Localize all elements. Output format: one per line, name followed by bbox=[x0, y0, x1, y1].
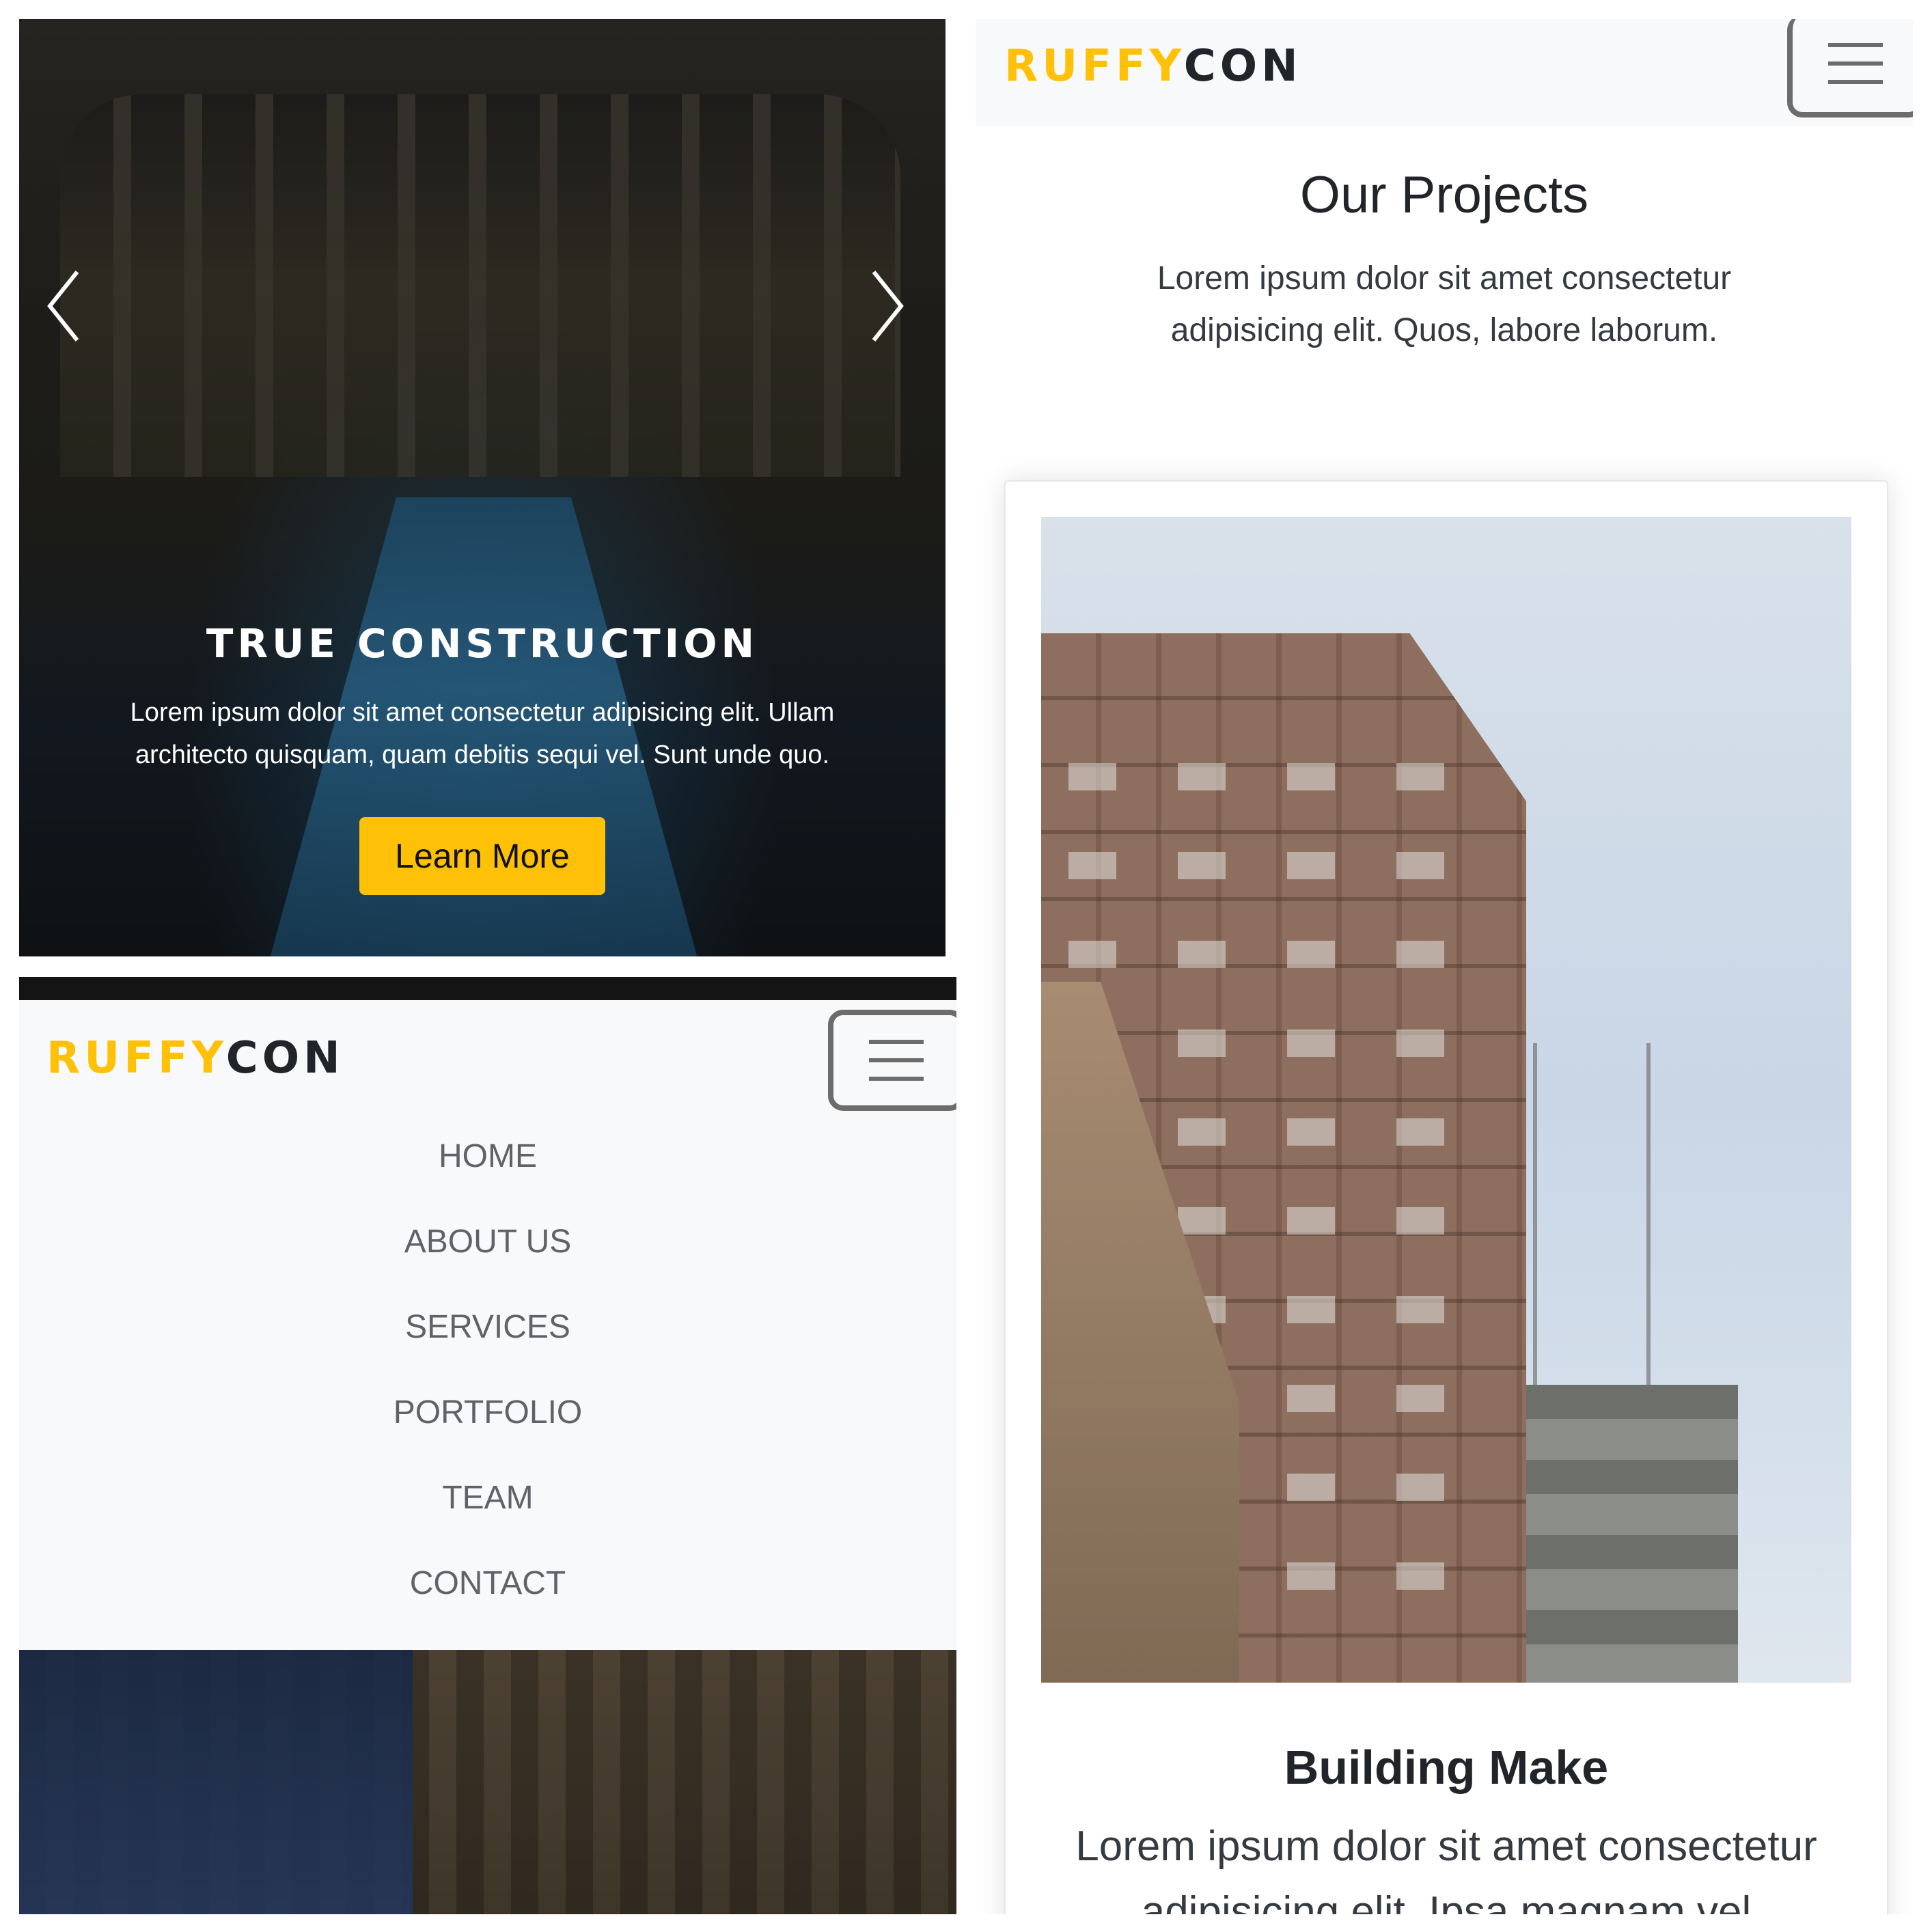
nav-item-team[interactable]: TEAM bbox=[19, 1455, 956, 1541]
nav-item-services[interactable]: SERVICES bbox=[19, 1284, 956, 1370]
hamburger-icon bbox=[869, 1040, 924, 1081]
nav-item-home[interactable]: HOME bbox=[19, 1114, 956, 1199]
hero-background-image bbox=[19, 1650, 956, 1914]
section-title: Our Projects bbox=[1299, 166, 1589, 224]
nav-item-portfolio[interactable]: PORTFOLIO bbox=[19, 1370, 956, 1455]
section-description: Lorem ipsum dolor sit amet consectetur a… bbox=[1157, 260, 1732, 348]
chevron-right-icon bbox=[872, 271, 904, 342]
navbar-toggler-button[interactable] bbox=[1787, 19, 1913, 118]
hero-caption: TRUE CONSTRUCTION Lorem ipsum dolor sit … bbox=[19, 620, 946, 895]
carousel-next-button[interactable] bbox=[857, 251, 918, 361]
hero-text: Lorem ipsum dolor sit amet consectetur a… bbox=[130, 698, 835, 769]
nav-menu: HOME ABOUT US SERVICES PORTFOLIO TEAM CO… bbox=[19, 1114, 956, 1626]
hero-carousel: TRUE CONSTRUCTION Lorem ipsum dolor sit … bbox=[19, 19, 946, 956]
navbar-toggler-button[interactable] bbox=[828, 1010, 956, 1111]
projects-screen: RUFFYCON Our Projects Lorem ipsum dolor … bbox=[976, 19, 1913, 1914]
carousel-prev-button[interactable] bbox=[33, 251, 94, 361]
mobile-nav-screen: RUFFYCON HOME ABOUT US SERVICES PORTFOLI… bbox=[19, 977, 956, 1914]
brand-logo[interactable]: RUFFYCON bbox=[46, 1033, 344, 1084]
brand-logo[interactable]: RUFFYCON bbox=[1004, 41, 1302, 92]
project-card[interactable]: Building Make Lorem ipsum dolor sit amet… bbox=[1004, 480, 1888, 1914]
nav-item-contact[interactable]: CONTACT bbox=[19, 1541, 956, 1626]
hero-title: TRUE CONSTRUCTION bbox=[206, 620, 759, 667]
project-card-title: Building Make bbox=[1284, 1741, 1609, 1794]
learn-more-button[interactable]: Learn More bbox=[359, 817, 605, 895]
hamburger-icon bbox=[1828, 43, 1883, 84]
project-card-text: Lorem ipsum dolor sit amet consectetur a… bbox=[1075, 1823, 1817, 1914]
chevron-left-icon bbox=[47, 271, 79, 342]
navbar: RUFFYCON bbox=[976, 19, 1913, 126]
nav-item-about-us[interactable]: ABOUT US bbox=[19, 1199, 956, 1284]
project-image bbox=[1041, 517, 1851, 1683]
